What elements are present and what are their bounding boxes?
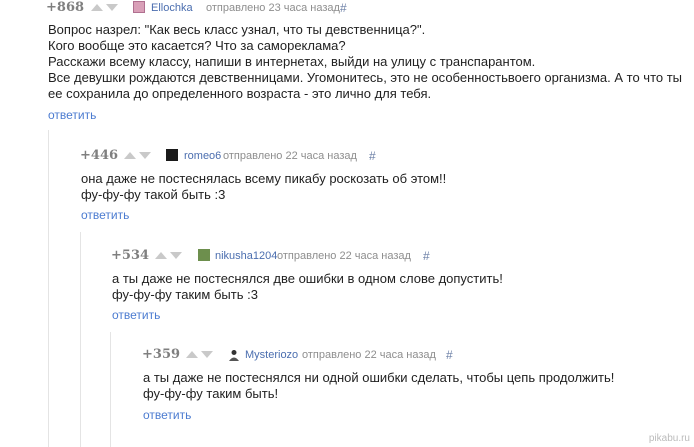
avatar[interactable]	[166, 149, 178, 161]
arrow-down-icon[interactable]	[170, 252, 182, 259]
comment-body: она даже не постеснялась всему пикабу ро…	[81, 171, 446, 203]
comment-author[interactable]: romeo6	[184, 149, 221, 163]
comment-author[interactable]: Mysteriozo	[245, 348, 298, 362]
arrow-up-icon[interactable]	[155, 252, 167, 259]
thread-line	[80, 232, 81, 447]
comment-line: Кого вообще это касается? Что за саморек…	[48, 38, 346, 53]
comment-line: Все девушки рождаются девственницами. Уг…	[48, 70, 683, 85]
comment-permalink[interactable]: #	[423, 249, 430, 263]
comment-line: она даже не постеснялась всему пикабу ро…	[81, 171, 447, 186]
arrow-down-icon[interactable]	[201, 351, 213, 358]
comment-permalink[interactable]: #	[446, 348, 453, 362]
comment-body: Вопрос назрел: "Как весь класс узнал, чт…	[48, 22, 682, 102]
comment-time: отправлено 22 часа назад	[302, 349, 436, 361]
avatar[interactable]	[133, 1, 145, 13]
comment-rating: +359	[142, 347, 181, 362]
comment-line: фу-фу-фу таким быть!	[143, 386, 279, 401]
comment-body: а ты даже не постеснялся ни одной ошибки…	[143, 370, 614, 402]
reply-button[interactable]: ответить	[81, 208, 129, 222]
comment-time: отправлено 22 часа назад	[223, 150, 357, 162]
comment-line: фу-фу-фу такой быть :3	[81, 187, 226, 202]
reply-button[interactable]: ответить	[143, 408, 191, 422]
comment-line: а ты даже не постеснялся две ошибки в од…	[112, 271, 503, 286]
arrow-down-icon[interactable]	[106, 4, 118, 11]
reply-button[interactable]: ответить	[48, 108, 96, 122]
comment-author[interactable]: nikusha1204	[215, 249, 277, 263]
watermark: pikabu.ru	[648, 433, 690, 444]
avatar-image	[229, 350, 239, 361]
comment-permalink[interactable]: #	[340, 1, 347, 15]
comment-rating: +868	[46, 0, 85, 15]
comment-line: Вопрос назрел: "Как весь класс узнал, чт…	[48, 22, 426, 37]
comment-rating: +534	[111, 248, 150, 263]
comment-permalink[interactable]: #	[369, 149, 376, 163]
comment-line: а ты даже не постеснялся ни одной ошибки…	[143, 370, 615, 385]
comment-time: отправлено 23 часа назад	[206, 2, 340, 14]
comment-time: отправлено 22 часа назад	[277, 250, 411, 262]
comment-line: фу-фу-фу таким быть :3	[112, 287, 258, 302]
thread-line	[110, 332, 111, 447]
avatar[interactable]	[228, 348, 240, 361]
comment-author[interactable]: Ellochka	[151, 1, 193, 15]
comment-line: Расскажи всему классу, напиши в интернет…	[48, 54, 536, 69]
avatar[interactable]	[198, 249, 210, 261]
reply-button[interactable]: ответить	[112, 308, 160, 322]
comment-body: а ты даже не постеснялся две ошибки в од…	[112, 271, 503, 303]
comment-line: ее сохранила до определенного возраста -…	[48, 86, 432, 101]
comment-rating: +446	[80, 148, 119, 163]
arrow-up-icon[interactable]	[186, 351, 198, 358]
arrow-up-icon[interactable]	[91, 4, 103, 11]
thread-line	[48, 130, 49, 447]
arrow-down-icon[interactable]	[139, 152, 151, 159]
arrow-up-icon[interactable]	[124, 152, 136, 159]
